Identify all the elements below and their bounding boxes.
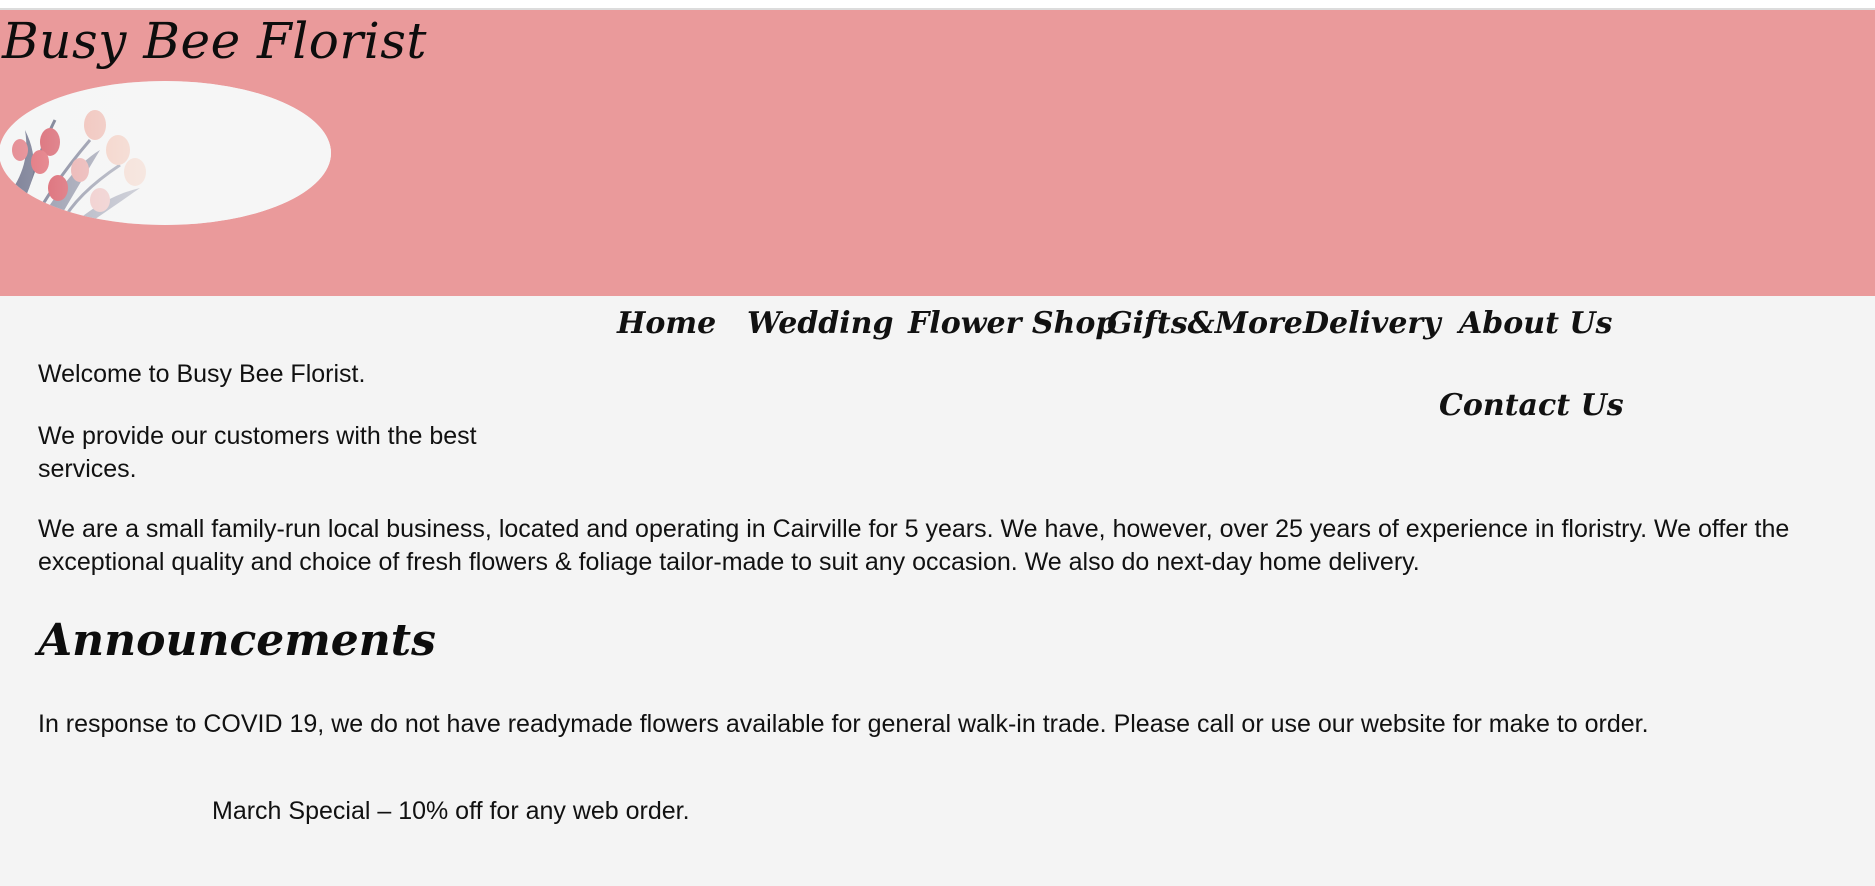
covid-notice: In response to COVID 19, we do not have … <box>38 710 1649 738</box>
nav-about-us-link[interactable]: About Us <box>1459 306 1612 342</box>
nav-flower-shop-link[interactable]: Flower Shop <box>908 306 1116 342</box>
tulip-logo-icon <box>0 81 331 225</box>
services-text: We provide our customers with the best s… <box>38 422 477 483</box>
announcements-heading: Announcements <box>38 615 436 666</box>
site-header: Busy Bee Florist <box>0 10 1875 296</box>
nav-gifts-more-link[interactable]: Gifts&More <box>1107 306 1303 342</box>
nav-delivery-link[interactable]: Delivery <box>1303 306 1441 342</box>
march-special-text: March Special – 10% off for any web orde… <box>212 797 690 825</box>
about-paragraph: We are a small family-run local business… <box>38 515 1790 576</box>
page: Busy Bee Florist Home Wedding Flower Sho… <box>0 0 1875 886</box>
nav-wedding-link[interactable]: Wedding <box>747 306 893 342</box>
welcome-text: Welcome to Busy Bee Florist. <box>38 360 366 388</box>
site-title: Busy Bee Florist <box>2 12 427 70</box>
browser-top-edge <box>0 0 1875 10</box>
nav-contact-us-link[interactable]: Contact Us <box>1439 388 1624 424</box>
nav-home-link[interactable]: Home <box>617 306 716 342</box>
